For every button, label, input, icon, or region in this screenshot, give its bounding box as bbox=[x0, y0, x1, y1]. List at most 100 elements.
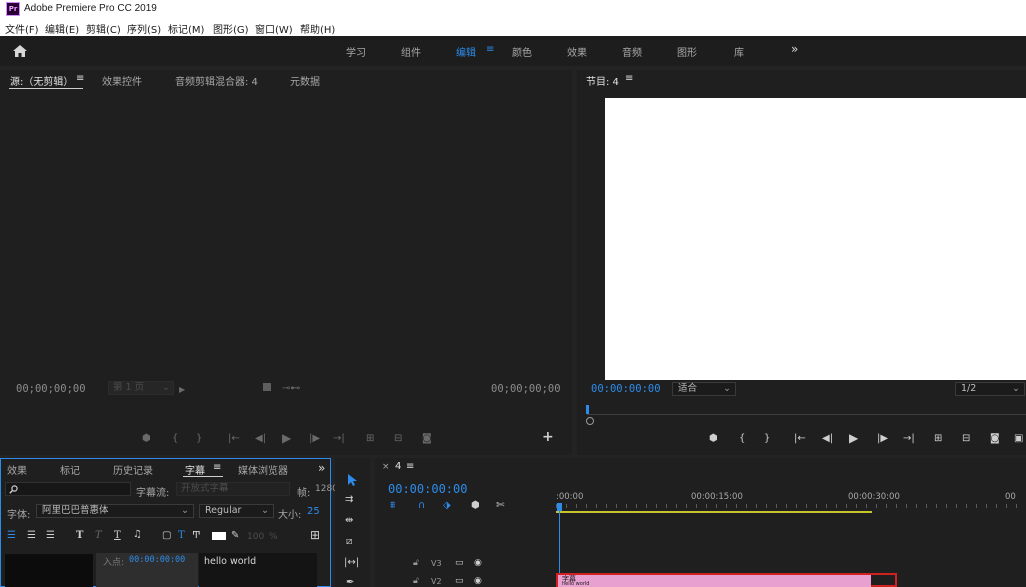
toggle-output-eye-icon[interactable]: ◉ bbox=[474, 558, 482, 568]
background-box-icon[interactable]: ▢ bbox=[162, 531, 171, 541]
in-point-value[interactable]: 00:00:00:00 bbox=[129, 555, 185, 565]
position-grid-icon[interactable]: ⊞ bbox=[310, 529, 320, 541]
program-go-to-out-icon[interactable]: →| bbox=[903, 434, 915, 444]
source-timecode-current[interactable]: 00;00;00;00 bbox=[16, 383, 86, 395]
program-play-icon[interactable]: ▶ bbox=[849, 432, 858, 444]
text-edge-icon[interactable]: Ͳ bbox=[192, 531, 201, 541]
font-style-dropdown[interactable]: Regular ⌄ bbox=[199, 504, 274, 518]
caption-text[interactable]: hello world bbox=[204, 556, 256, 567]
tab-history[interactable]: 历史记录 bbox=[113, 462, 153, 477]
comparison-view-icon[interactable]: ▣ bbox=[1014, 434, 1023, 444]
captions-search-input[interactable] bbox=[5, 482, 131, 496]
bold-icon[interactable]: T bbox=[76, 531, 83, 541]
workspace-audio[interactable]: 音频 bbox=[622, 44, 642, 59]
program-video-frame[interactable] bbox=[605, 98, 1026, 380]
track-v2[interactable]: 🔓︎ V2 ▭ ◉ 字幕 hello world bbox=[375, 573, 1026, 587]
menu-sequence[interactable]: 序列(S) bbox=[127, 21, 161, 36]
source-page-dropdown[interactable]: 第 1 页 ⌄ bbox=[108, 381, 174, 395]
tab-media-browser[interactable]: 媒体浏览器 bbox=[238, 462, 288, 477]
go-to-out-icon[interactable]: →| bbox=[333, 434, 345, 444]
export-frame-icon[interactable]: ◙ bbox=[422, 434, 432, 444]
program-mark-in-icon[interactable]: { bbox=[739, 434, 745, 444]
workspace-editing[interactable]: 编辑 bbox=[456, 44, 476, 59]
caption-clip[interactable]: 字幕 hello world bbox=[558, 575, 871, 587]
caption-timing-cell[interactable]: 入点: 00:00:00:00 bbox=[96, 553, 198, 587]
program-tab-menu-icon[interactable]: ≡ bbox=[625, 73, 633, 84]
tab-program[interactable]: 节目: 4 bbox=[586, 73, 619, 88]
menu-window[interactable]: 窗口(W) bbox=[255, 21, 293, 36]
program-ruler[interactable] bbox=[587, 414, 1026, 415]
tab-source[interactable]: 源:（无剪辑） bbox=[10, 73, 73, 88]
overwrite-icon[interactable]: ⊟ bbox=[394, 434, 402, 444]
snap-icon[interactable]: ∩ bbox=[418, 501, 425, 511]
go-to-in-icon[interactable]: |← bbox=[228, 434, 240, 444]
tab-audio-clip-mixer[interactable]: 音频剪辑混合器: 4 bbox=[175, 73, 258, 88]
toggle-sync-icon[interactable]: ▭ bbox=[455, 558, 464, 568]
extract-icon[interactable]: ⊟ bbox=[962, 434, 970, 444]
program-mark-out-icon[interactable]: } bbox=[764, 434, 770, 444]
page-next-icon[interactable]: ▶ bbox=[179, 385, 185, 395]
program-go-to-in-icon[interactable]: |← bbox=[794, 434, 806, 444]
menu-help[interactable]: 帮助(H) bbox=[300, 21, 335, 36]
menu-clip[interactable]: 剪辑(C) bbox=[86, 21, 121, 36]
tab-metadata[interactable]: 元数据 bbox=[290, 73, 320, 88]
menu-graphics[interactable]: 图形(G) bbox=[213, 21, 249, 36]
font-family-dropdown[interactable]: 阿里巴巴普惠体 ⌄ bbox=[36, 504, 194, 518]
fit-dropdown[interactable]: 适合 ⌄ bbox=[672, 382, 736, 396]
workspace-color[interactable]: 颜色 bbox=[512, 44, 532, 59]
linked-selection-icon[interactable]: ⬗ bbox=[443, 501, 451, 511]
ripple-edit-tool-icon[interactable]: ⇹ bbox=[345, 516, 353, 526]
source-zoom-icon[interactable]: ⊸⊷ bbox=[282, 384, 300, 394]
source-fit-icon[interactable] bbox=[263, 383, 271, 391]
timeline-timecode[interactable]: 00:00:00:00 bbox=[388, 482, 467, 496]
underline-icon[interactable]: T bbox=[114, 531, 121, 541]
timeline-settings-wrench-icon[interactable]: ✄ bbox=[496, 501, 504, 511]
workspace-libraries[interactable]: 库 bbox=[734, 44, 744, 59]
tab-sequence[interactable]: 4 bbox=[395, 461, 401, 472]
track-lock-icon[interactable]: 🔓︎ bbox=[413, 558, 419, 568]
workspace-overflow-icon[interactable]: » bbox=[791, 42, 798, 56]
text-color-icon[interactable]: T bbox=[178, 531, 185, 541]
mark-out-icon[interactable]: } bbox=[196, 434, 202, 444]
toggle-output-eye-icon[interactable]: ◉ bbox=[474, 576, 482, 586]
program-timecode[interactable]: 00:00:00:00 bbox=[591, 383, 661, 395]
tab-markers[interactable]: 标记 bbox=[60, 462, 80, 477]
program-step-forward-icon[interactable]: |▶ bbox=[877, 434, 888, 444]
track-v3[interactable]: 🔓︎ V3 ▭ ◉ bbox=[375, 555, 1026, 572]
button-editor-add-icon[interactable]: + bbox=[542, 430, 554, 444]
source-tab-menu-icon[interactable]: ≡ bbox=[76, 73, 84, 84]
color-swatch[interactable] bbox=[212, 532, 226, 540]
caption-stream-dropdown[interactable]: 开放式字幕 bbox=[176, 482, 290, 496]
workspace-menu-icon[interactable]: ≡ bbox=[486, 44, 494, 55]
menu-file[interactable]: 文件(F) bbox=[5, 21, 39, 36]
workspace-learn[interactable]: 学习 bbox=[346, 44, 366, 59]
lift-icon[interactable]: ⊞ bbox=[934, 434, 942, 444]
program-playhead[interactable] bbox=[586, 405, 589, 414]
toggle-sync-icon[interactable]: ▭ bbox=[455, 576, 464, 586]
tab-effect-controls[interactable]: 效果控件 bbox=[102, 73, 142, 88]
program-add-marker-icon[interactable]: ⬢ bbox=[709, 434, 718, 444]
home-icon[interactable] bbox=[12, 44, 28, 58]
program-export-frame-icon[interactable]: ◙ bbox=[990, 434, 1000, 444]
eyedropper-icon[interactable]: ✎ bbox=[231, 531, 239, 541]
timeline-playhead-handle[interactable] bbox=[557, 503, 562, 511]
workspace-graphics[interactable]: 图形 bbox=[677, 44, 697, 59]
resolution-dropdown[interactable]: 1/2 ⌄ bbox=[955, 382, 1025, 396]
track-lock-icon[interactable]: 🔓︎ bbox=[413, 576, 419, 586]
step-back-icon[interactable]: ◀| bbox=[255, 434, 266, 444]
opacity-value[interactable]: 100 bbox=[247, 532, 264, 542]
menu-marker[interactable]: 标记(M) bbox=[168, 21, 204, 36]
zoom-handle-icon[interactable] bbox=[586, 417, 594, 425]
sequence-tab-menu-icon[interactable]: ≡ bbox=[406, 461, 414, 472]
program-step-back-icon[interactable]: ◀| bbox=[822, 434, 833, 444]
insert-icon[interactable]: ⊞ bbox=[366, 434, 374, 444]
menu-edit[interactable]: 编辑(E) bbox=[45, 21, 79, 36]
slip-tool-icon[interactable]: |↔| bbox=[344, 558, 359, 568]
add-marker-icon[interactable]: ⬢ bbox=[142, 434, 151, 444]
close-sequence-icon[interactable]: × bbox=[382, 462, 390, 472]
caption-text-cell[interactable]: hello world bbox=[199, 553, 317, 587]
italic-icon[interactable]: T bbox=[95, 531, 102, 541]
play-icon[interactable]: ▶ bbox=[282, 432, 291, 444]
mark-in-icon[interactable]: { bbox=[172, 434, 178, 444]
workspace-assembly[interactable]: 组件 bbox=[401, 44, 421, 59]
